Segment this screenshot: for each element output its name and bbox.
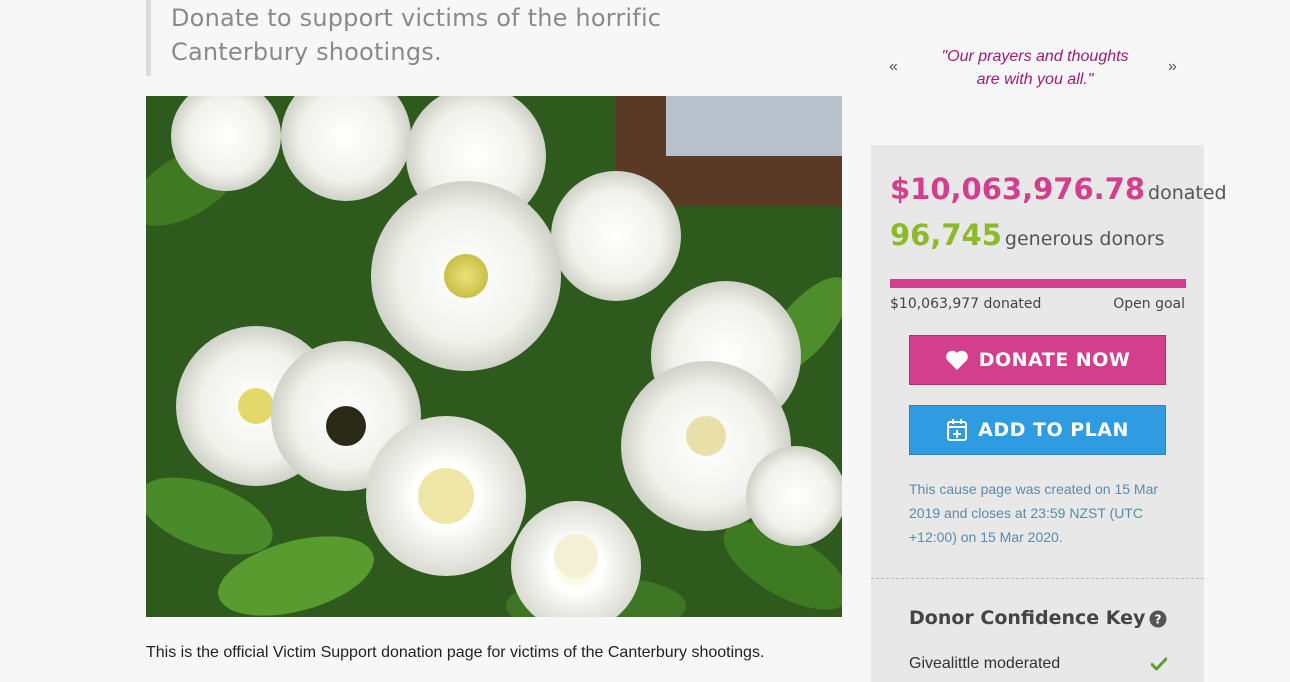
donate-now-button[interactable]: DONATE NOW — [909, 335, 1166, 385]
confidence-item-moderated: Givealittle moderated — [909, 655, 1061, 672]
page-title-block: Donate to support victims of the horrifi… — [146, 0, 786, 76]
donation-panel: $10,063,976.78 donated 96,745 generous don… — [871, 145, 1227, 682]
created-note: This cause page was created on 15 Mar 20… — [909, 481, 1159, 545]
confidence-title: Donor Confidence Key — [909, 607, 1146, 629]
quote-carousel: « "Our prayers and thoughts are with you… — [880, 44, 1190, 104]
svg-text:?: ? — [1155, 613, 1162, 627]
question-circle-icon[interactable]: ? — [1149, 610, 1167, 633]
heart-icon — [945, 349, 969, 371]
check-icon — [1150, 657, 1168, 676]
progress-goal-label: Open goal — [1113, 296, 1185, 312]
donor-row: 96,745 generous donors — [890, 218, 1164, 252]
quote-prev-button[interactable]: « — [889, 58, 898, 76]
progress-bar — [890, 279, 1186, 288]
divider — [871, 578, 1204, 579]
add-to-plan-label: ADD TO PLAN — [978, 419, 1129, 441]
amount-row: $10,063,976.78 donated — [890, 172, 1227, 206]
amount-donated: $10,063,976.78 — [890, 172, 1146, 206]
amount-suffix: donated — [1148, 182, 1227, 204]
donor-count: 96,745 — [890, 218, 1002, 252]
quote-text: "Our prayers and thoughts are with you a… — [941, 48, 1129, 88]
hero-image — [146, 96, 842, 617]
page-description: This is the official Victim Support dona… — [146, 644, 765, 661]
flowers-image — [146, 96, 842, 617]
quote-next-button[interactable]: » — [1168, 58, 1177, 76]
page-title: Donate to support victims of the horrifi… — [171, 4, 662, 66]
donor-suffix: generous donors — [1004, 228, 1165, 250]
progress-fill — [890, 279, 1186, 288]
donate-now-label: DONATE NOW — [978, 349, 1131, 371]
calendar-plus-icon — [946, 418, 968, 442]
add-to-plan-button[interactable]: ADD TO PLAN — [909, 405, 1166, 455]
progress-donated-label: $10,063,977 donated — [890, 296, 1042, 312]
